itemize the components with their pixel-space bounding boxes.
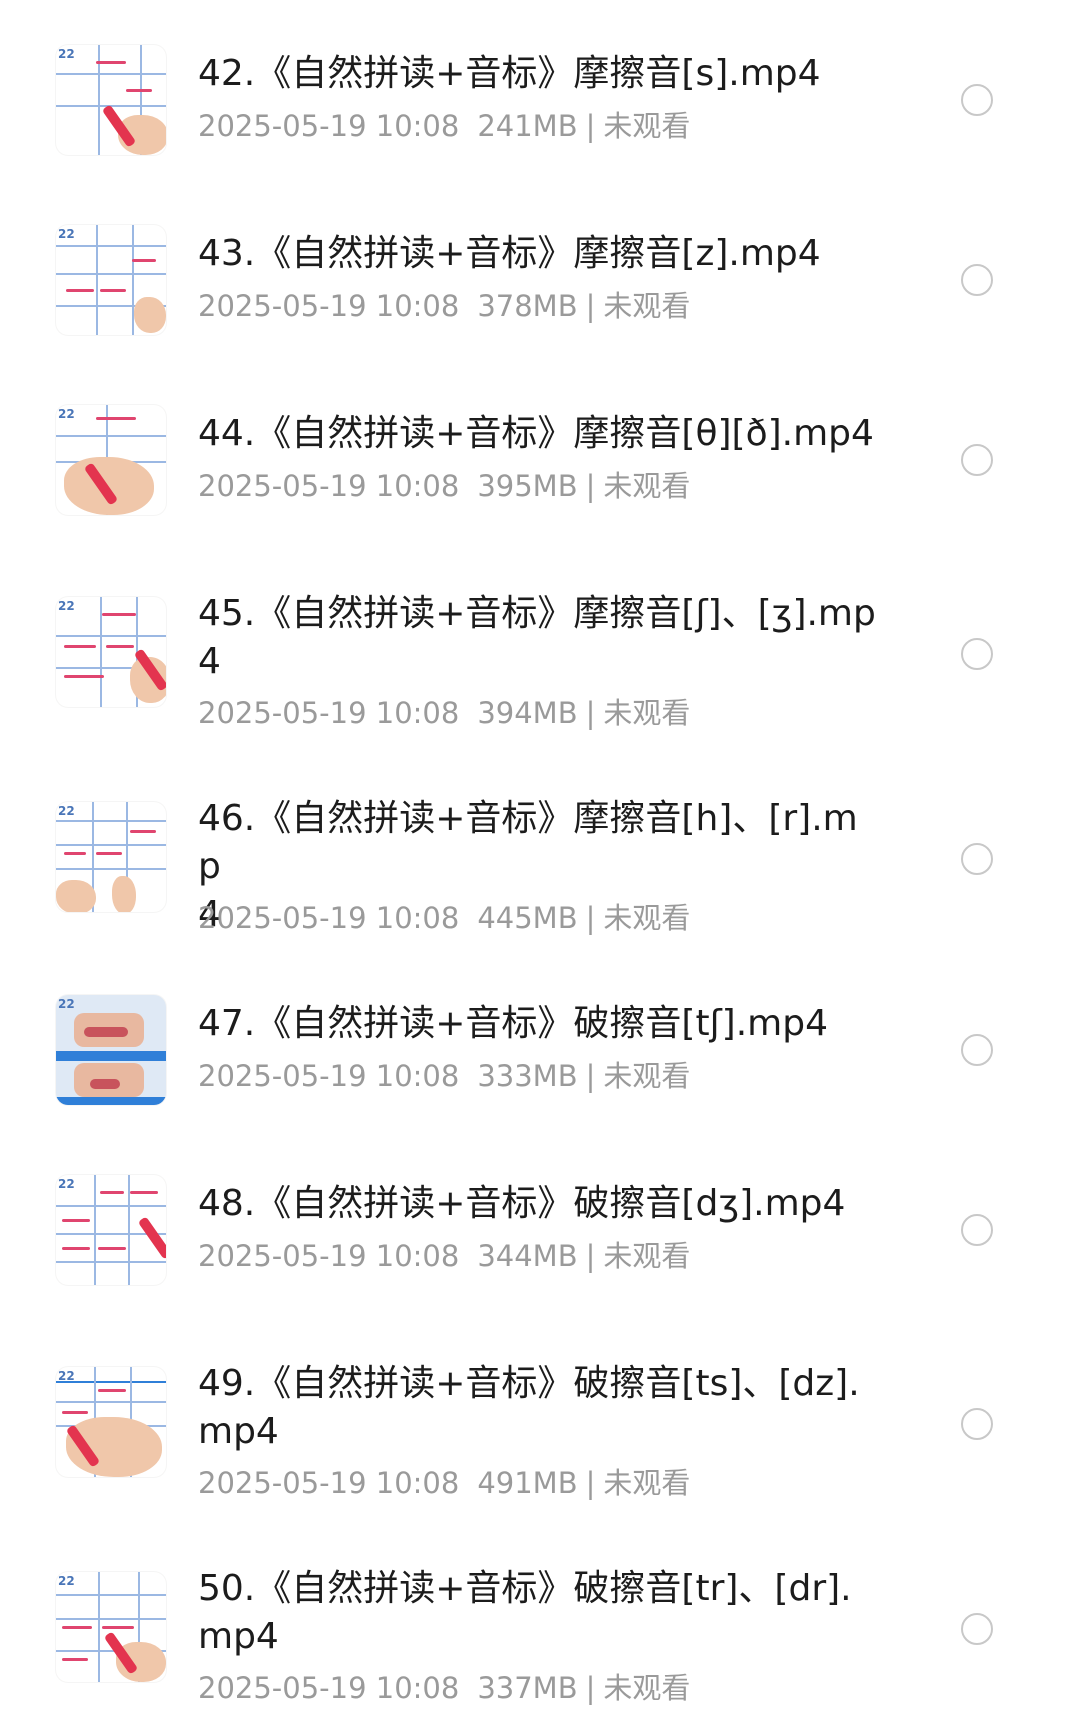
meta-separator: | (585, 289, 596, 323)
file-meta: 2025-05-19 10:08 241MB | 未观看 (198, 108, 690, 144)
file-row[interactable]: 22 50.《自然拼读+音标》破擦音[tr]、[dr]. mp4 2025-05-… (0, 1515, 1080, 1721)
meta-separator: | (585, 1059, 596, 1093)
select-radio[interactable] (961, 84, 993, 116)
watch-status: 未观看 (603, 1466, 691, 1500)
video-thumbnail-icon: 22 (56, 802, 166, 912)
file-date: 2025-05-19 10:08 (198, 109, 460, 143)
file-meta: 2025-05-19 10:08 445MB | 未观看 (198, 900, 690, 936)
video-thumbnail-icon: 22 (56, 405, 166, 515)
select-radio[interactable] (961, 1034, 993, 1066)
meta-separator: | (585, 1671, 596, 1705)
file-date: 2025-05-19 10:08 (198, 1671, 460, 1705)
file-date: 2025-05-19 10:08 (198, 901, 460, 935)
file-row[interactable]: 22 47.《自然拼读+音标》破擦音[tʃ].mp4 2025-05-19 10… (0, 950, 1080, 1130)
video-thumbnail-icon: 22 (56, 225, 166, 335)
file-size: 337MB (477, 1671, 578, 1705)
file-size: 344MB (477, 1239, 578, 1273)
file-name: 42.《自然拼读+音标》摩擦音[s].mp4 (198, 53, 821, 94)
video-thumbnail-icon: 22 (56, 995, 166, 1105)
file-name: 49.《自然拼读+音标》破擦音[ts]、[dz]. mp4 (198, 1360, 878, 1456)
select-radio[interactable] (961, 444, 993, 476)
file-meta: 2025-05-19 10:08 491MB | 未观看 (198, 1465, 690, 1501)
watch-status: 未观看 (603, 901, 691, 935)
file-meta: 2025-05-19 10:08 395MB | 未观看 (198, 468, 690, 504)
file-row[interactable]: 22 48.《自然拼读+音标》破擦音[dʒ].mp4 2025-05-19 10… (0, 1130, 1080, 1310)
file-row[interactable]: 22 42.《自然拼读+音标》摩擦音[s].mp4 2025-05-19 10:… (0, 0, 1080, 180)
file-size: 378MB (477, 289, 578, 323)
file-size: 394MB (477, 696, 578, 730)
file-size: 241MB (477, 109, 578, 143)
file-name-line: 46.《自然拼读+音标》摩擦音[h]、[r].mp (198, 798, 858, 887)
file-date: 2025-05-19 10:08 (198, 469, 460, 503)
file-meta: 2025-05-19 10:08 333MB | 未观看 (198, 1058, 690, 1094)
video-thumbnail-icon: 22 (56, 597, 166, 707)
select-radio[interactable] (961, 638, 993, 670)
select-radio[interactable] (961, 843, 993, 875)
file-list: 22 42.《自然拼读+音标》摩擦音[s].mp4 2025-05-19 10:… (0, 0, 1080, 1721)
file-name: 47.《自然拼读+音标》破擦音[tʃ].mp4 (198, 1003, 828, 1044)
file-row[interactable]: 22 45.《自然拼读+音标》摩擦音[ʃ]、[ʒ].mp 4 2025-05-19… (0, 540, 1080, 745)
file-name: 43.《自然拼读+音标》摩擦音[z].mp4 (198, 233, 821, 274)
file-meta: 2025-05-19 10:08 394MB | 未观看 (198, 695, 690, 731)
meta-separator: | (585, 901, 596, 935)
file-name-line: 4 (198, 641, 221, 682)
file-name: 45.《自然拼读+音标》摩擦音[ʃ]、[ʒ].mp 4 (198, 590, 878, 686)
file-name-line: 49.《自然拼读+音标》破擦音[ts]、[dz]. (198, 1363, 860, 1404)
file-meta: 2025-05-19 10:08 337MB | 未观看 (198, 1670, 690, 1706)
file-date: 2025-05-19 10:08 (198, 1239, 460, 1273)
file-name-line: mp4 (198, 1616, 279, 1657)
file-date: 2025-05-19 10:08 (198, 1059, 460, 1093)
file-name-line: 50.《自然拼读+音标》破擦音[tr]、[dr]. (198, 1568, 852, 1609)
watch-status: 未观看 (603, 289, 691, 323)
file-size: 491MB (477, 1466, 578, 1500)
select-radio[interactable] (961, 264, 993, 296)
file-row[interactable]: 22 46.《自然拼读+音标》摩擦音[h]、[r].mp 4 2025-05-19… (0, 745, 1080, 950)
meta-separator: | (585, 109, 596, 143)
file-name-line: mp4 (198, 1411, 279, 1452)
file-date: 2025-05-19 10:08 (198, 289, 460, 323)
file-name: 44.《自然拼读+音标》摩擦音[θ][ð].mp4 (198, 413, 874, 454)
meta-separator: | (585, 696, 596, 730)
file-name-line: 45.《自然拼读+音标》摩擦音[ʃ]、[ʒ].mp (198, 593, 876, 634)
file-date: 2025-05-19 10:08 (198, 1466, 460, 1500)
meta-separator: | (585, 469, 596, 503)
file-row[interactable]: 22 43.《自然拼读+音标》摩擦音[z].mp4 2025-05-19 10:… (0, 180, 1080, 360)
select-radio[interactable] (961, 1408, 993, 1440)
file-name: 50.《自然拼读+音标》破擦音[tr]、[dr]. mp4 (198, 1565, 878, 1661)
file-meta: 2025-05-19 10:08 378MB | 未观看 (198, 288, 690, 324)
select-radio[interactable] (961, 1214, 993, 1246)
file-size: 333MB (477, 1059, 578, 1093)
file-meta: 2025-05-19 10:08 344MB | 未观看 (198, 1238, 690, 1274)
video-thumbnail-icon: 22 (56, 1572, 166, 1682)
video-thumbnail-icon: 22 (56, 1367, 166, 1477)
file-size: 395MB (477, 469, 578, 503)
watch-status: 未观看 (603, 109, 691, 143)
meta-separator: | (585, 1466, 596, 1500)
file-row[interactable]: 22 49.《自然拼读+音标》破擦音[ts]、[dz]. mp4 2025-05-… (0, 1310, 1080, 1515)
file-row[interactable]: 22 44.《自然拼读+音标》摩擦音[θ][ð].mp4 2025-05-19 … (0, 360, 1080, 540)
watch-status: 未观看 (603, 696, 691, 730)
watch-status: 未观看 (603, 1059, 691, 1093)
select-radio[interactable] (961, 1613, 993, 1645)
video-thumbnail-icon: 22 (56, 1175, 166, 1285)
watch-status: 未观看 (603, 1671, 691, 1705)
meta-separator: | (585, 1239, 596, 1273)
file-size: 445MB (477, 901, 578, 935)
watch-status: 未观看 (603, 1239, 691, 1273)
watch-status: 未观看 (603, 469, 691, 503)
file-date: 2025-05-19 10:08 (198, 696, 460, 730)
video-thumbnail-icon: 22 (56, 45, 166, 155)
file-name: 48.《自然拼读+音标》破擦音[dʒ].mp4 (198, 1183, 846, 1224)
